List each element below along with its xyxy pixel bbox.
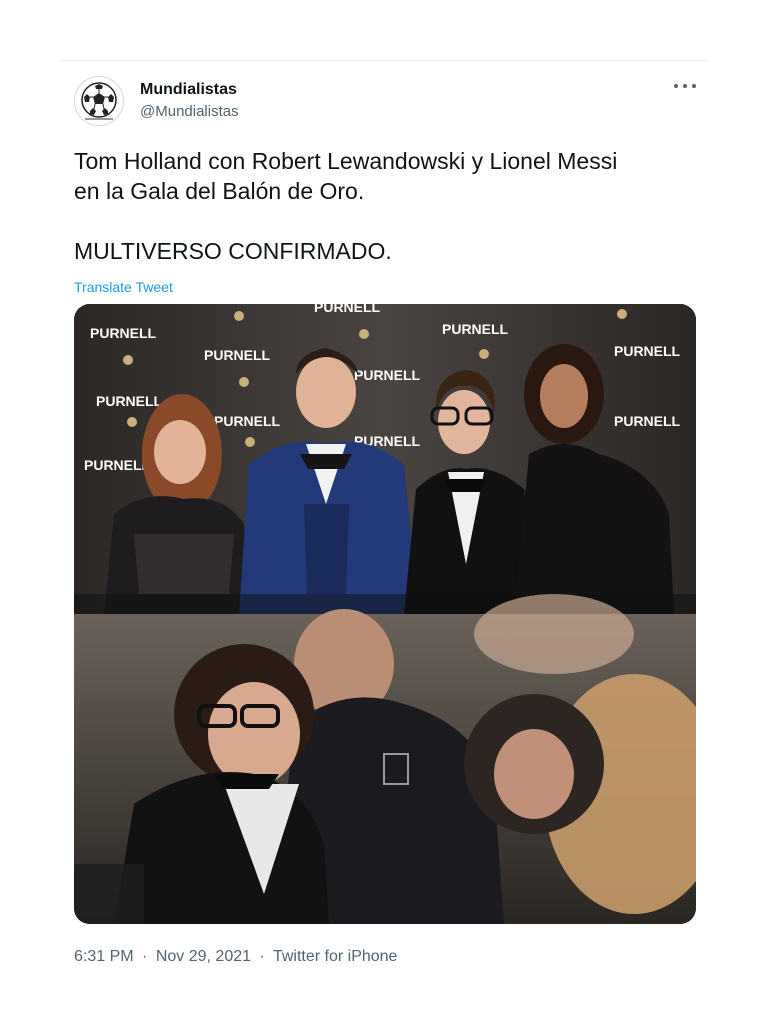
tweet-source[interactable]: Twitter for iPhone — [273, 948, 398, 965]
soccer-ball-icon — [76, 78, 122, 124]
tweet-text-line: MULTIVERSO CONFIRMADO. — [74, 238, 392, 264]
backdrop-text: PURNELL — [84, 457, 151, 473]
backdrop-text: PURNELL — [214, 413, 281, 429]
backdrop-text: PURNELL — [614, 343, 681, 359]
tweet-media[interactable]: PURNELL PURNELL PURNELL PURNELL PURNELL … — [74, 304, 696, 924]
tweet-text-line: Tom Holland con Robert Lewandowski y Lio… — [74, 148, 618, 174]
dot — [683, 84, 687, 88]
avatar[interactable] — [74, 76, 124, 126]
tweet-text: Tom Holland con Robert Lewandowski y Lio… — [74, 146, 696, 266]
more-dots-icon[interactable] — [674, 78, 696, 94]
handle[interactable]: @Mundialistas — [140, 102, 239, 122]
dot — [674, 84, 678, 88]
tweet-time[interactable]: 6:31 PM — [74, 948, 134, 965]
display-name[interactable]: Mundialistas — [140, 80, 239, 100]
backdrop-text: PURNELL — [614, 413, 681, 429]
top-photo: PURNELL PURNELL PURNELL PURNELL PURNELL … — [74, 304, 696, 614]
backdrop-text: PURNELL — [204, 347, 271, 363]
bottom-photo — [74, 594, 696, 924]
top-divider — [60, 60, 708, 61]
backdrop-text: PURNELL — [442, 321, 509, 337]
tweet-timestamp: 6:31 PM · Nov 29, 2021 · Twitter for iPh… — [74, 947, 397, 967]
backdrop-text: PURNELL — [314, 304, 381, 315]
backdrop-text: PURNELL — [354, 367, 421, 383]
translate-tweet-link[interactable]: Translate Tweet — [74, 278, 696, 296]
backdrop-text: PURNELL — [96, 393, 163, 409]
author-names: Mundialistas @Mundialistas — [140, 80, 239, 122]
dot — [692, 84, 696, 88]
tweet-header: Mundialistas @Mundialistas — [74, 72, 696, 132]
tweet-text-line: en la Gala del Balón de Oro. — [74, 178, 365, 204]
media-collage: PURNELL PURNELL PURNELL PURNELL PURNELL … — [74, 304, 696, 924]
tweet-date[interactable]: Nov 29, 2021 — [156, 948, 251, 965]
backdrop-text: PURNELL — [90, 325, 157, 341]
tweet: Mundialistas @Mundialistas Tom Holland c… — [74, 72, 696, 965]
separator: · — [259, 948, 265, 965]
separator: · — [142, 948, 148, 965]
